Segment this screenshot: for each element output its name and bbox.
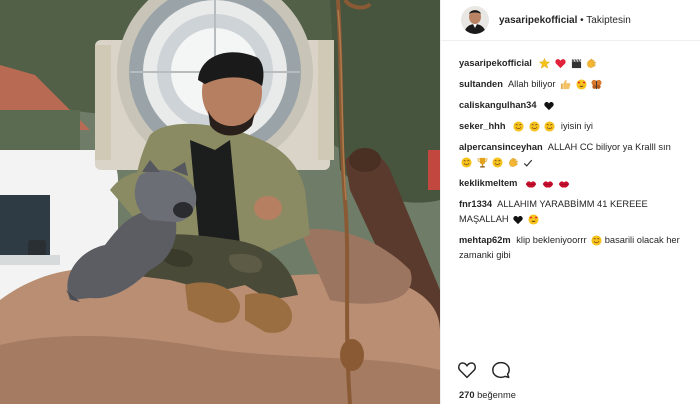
heart-outline-icon[interactable] bbox=[457, 361, 477, 379]
comment-username[interactable]: keklikmeltem bbox=[459, 178, 517, 188]
comment-text: ALLAH CC biliyor ya Kralll sın bbox=[547, 142, 671, 152]
list-item: sultanden Allah biliyor bbox=[459, 77, 682, 92]
smile-icon bbox=[544, 121, 555, 132]
comment-list: yasaripekofficial sultanden Allah biliyo… bbox=[441, 41, 700, 263]
comment-username[interactable]: alpercansinceyhan bbox=[459, 142, 543, 152]
comment-text: iyisin iyi bbox=[560, 121, 593, 131]
heart-eyes-icon bbox=[528, 214, 539, 225]
comment-text: klip bekleniyoorrr bbox=[516, 235, 587, 245]
avatar[interactable] bbox=[461, 6, 489, 34]
thumbs-up-icon bbox=[561, 79, 571, 90]
list-item: caliskangulhan34 bbox=[459, 98, 682, 113]
list-item: seker_hhh iyisin iyi bbox=[459, 119, 682, 134]
likes-number: 270 bbox=[459, 390, 475, 400]
lips-icon bbox=[559, 180, 570, 188]
clap-icon bbox=[587, 58, 597, 68]
black-heart-icon bbox=[544, 101, 554, 110]
trophy-icon bbox=[477, 157, 488, 168]
header-text: yasaripekofficial • Takiptesin bbox=[499, 15, 631, 26]
star-icon bbox=[539, 58, 551, 69]
butterfly-icon bbox=[591, 79, 602, 90]
post-side-panel: yasaripekofficial • Takiptesin yasaripek… bbox=[440, 0, 700, 404]
smile-icon bbox=[529, 121, 540, 132]
comment-username[interactable]: sultanden bbox=[459, 79, 503, 89]
list-item: mehtap62m klip bekleniyoorrr basarili ol… bbox=[459, 233, 682, 263]
smile-icon bbox=[492, 157, 503, 168]
list-item: keklikmeltem bbox=[459, 176, 682, 191]
heart-eyes-icon bbox=[576, 79, 587, 90]
post-actions bbox=[457, 361, 511, 379]
lips-icon bbox=[525, 180, 537, 188]
comment-username[interactable]: yasaripekofficial bbox=[459, 58, 532, 68]
smile-icon bbox=[591, 235, 602, 246]
header-separator: • bbox=[580, 14, 584, 26]
likes-label: beğenme bbox=[477, 390, 516, 400]
comment-text: Allah biliyor bbox=[507, 79, 556, 89]
post-header: yasaripekofficial • Takiptesin bbox=[441, 0, 700, 41]
clapperboard-icon bbox=[571, 59, 581, 69]
likes-count[interactable]: 270 beğenme bbox=[459, 390, 516, 400]
list-item: fnr1334 ALLAHIM YARABBİMM 41 KEREEE MAŞA… bbox=[459, 197, 682, 227]
comment-icon[interactable] bbox=[491, 361, 511, 379]
comment-username[interactable]: mehtap62m bbox=[459, 235, 511, 245]
post-photo[interactable] bbox=[0, 0, 440, 404]
header-username[interactable]: yasaripekofficial bbox=[499, 15, 577, 26]
list-item: yasaripekofficial bbox=[459, 56, 682, 71]
instagram-post: yasaripekofficial • Takiptesin yasaripek… bbox=[0, 0, 700, 404]
black-heart-icon bbox=[513, 215, 523, 224]
list-item: alpercansinceyhan ALLAH CC biliyor ya Kr… bbox=[459, 140, 682, 170]
clap-icon bbox=[508, 157, 518, 167]
heart-icon bbox=[555, 59, 566, 69]
comment-username[interactable]: caliskangulhan34 bbox=[459, 100, 537, 110]
smile-icon bbox=[461, 157, 472, 168]
check-icon bbox=[524, 159, 533, 167]
comment-username[interactable]: seker_hhh bbox=[459, 121, 506, 131]
follow-status[interactable]: Takiptesin bbox=[586, 15, 630, 26]
photo-scene bbox=[0, 0, 440, 404]
smile-icon bbox=[513, 121, 524, 132]
lips-icon bbox=[542, 180, 553, 188]
comment-username[interactable]: fnr1334 bbox=[459, 199, 492, 209]
